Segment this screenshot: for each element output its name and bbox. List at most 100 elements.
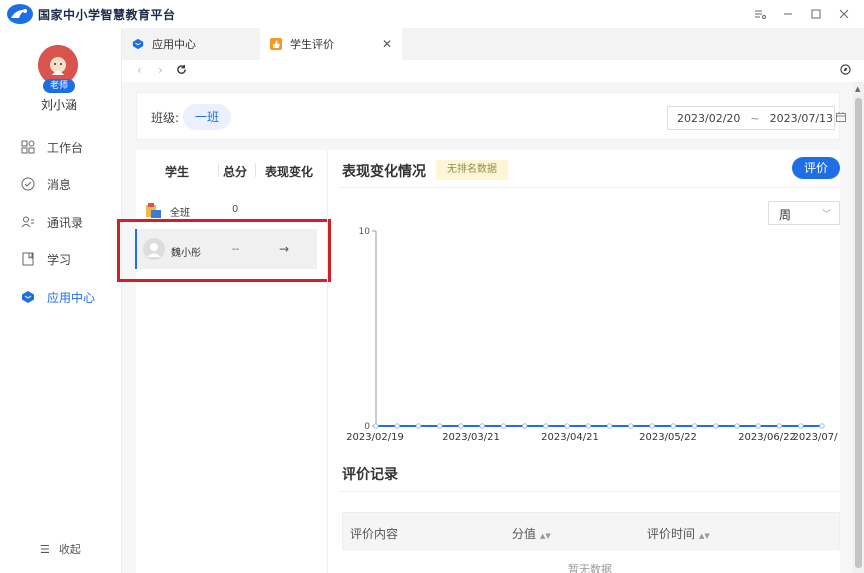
calendar-icon <box>836 111 847 125</box>
grid-icon <box>20 139 36 155</box>
back-icon[interactable]: ‹ <box>137 63 142 77</box>
section-divider <box>340 187 840 188</box>
x-tick-label: 2023/05/22 <box>639 432 697 443</box>
sidebar-item-label: 工作台 <box>47 140 84 155</box>
data-point <box>649 423 655 429</box>
x-tick-label: 2023/07/ <box>793 432 839 443</box>
tab-label: 应用中心 <box>152 38 196 51</box>
col-student[interactable]: 学生 <box>165 163 189 180</box>
data-point <box>691 423 698 429</box>
x-tick-label: 2023/04/21 <box>541 432 599 443</box>
data-point <box>713 423 719 429</box>
tab-app-center[interactable]: 应用中心 <box>122 28 260 60</box>
scrollbar-thumb[interactable] <box>855 98 862 568</box>
class-label: 班级: <box>151 111 180 125</box>
date-end: 2023/07/13 <box>769 111 834 125</box>
sort-icon[interactable]: ▲▼ <box>540 532 551 540</box>
sidebar-item-learning[interactable]: 学习 <box>20 249 71 269</box>
sidebar-item-messages[interactable]: 消息 <box>20 174 71 194</box>
header-divider <box>255 163 256 177</box>
col-total[interactable]: 总分 <box>223 163 247 180</box>
refresh-icon[interactable] <box>176 64 187 78</box>
data-point <box>394 423 400 429</box>
data-point <box>437 423 443 429</box>
sidebar-item-label: 消息 <box>47 177 72 192</box>
sidebar-item-label: 应用中心 <box>47 290 96 305</box>
data-point <box>670 423 677 429</box>
empty-text: 暂无数据 <box>568 563 612 573</box>
sidebar-item-app-center[interactable]: 应用中心 <box>20 287 95 307</box>
no-rank-tag: 无排名数据 <box>436 160 508 180</box>
performance-chart: 0 10 2023/02/19 2023/03/21 2023/04/21 2023/05… <box>346 227 839 443</box>
sidebar-item-label: 通讯录 <box>47 215 84 230</box>
records-title: 评价记录 <box>342 467 398 483</box>
data-point <box>479 423 485 429</box>
data-point <box>458 423 464 429</box>
col-content[interactable]: 评价内容 <box>350 525 398 542</box>
evaluate-button[interactable]: 评价 <box>792 157 840 179</box>
header-divider <box>218 163 219 177</box>
role-badge: 老师 <box>43 79 75 93</box>
section-divider <box>340 491 840 492</box>
compass-icon[interactable] <box>840 64 851 78</box>
class-chip[interactable]: 一班 <box>183 104 231 130</box>
forward-icon[interactable]: › <box>158 63 163 77</box>
sort-icon[interactable]: ▲▼ <box>699 532 710 540</box>
x-tick-label: 2023/06/22 <box>738 432 796 443</box>
data-point <box>543 423 549 429</box>
sidebar: 老师 刘小涵 工作台 消息 通讯录 学习 应用中心 ☰ 收起 <box>0 28 122 573</box>
data-point <box>564 423 570 429</box>
close-window-icon[interactable] <box>830 2 858 26</box>
y-tick-label: 10 <box>359 227 371 237</box>
app-title: 国家中小学智慧教育平台 <box>38 7 176 22</box>
chevron-down-icon: ﹀ <box>821 210 831 220</box>
thumbs-up-icon <box>270 38 282 50</box>
book-icon <box>20 251 36 267</box>
settings-menu-icon[interactable] <box>746 2 774 26</box>
y-tick-label: 0 <box>364 422 370 432</box>
sidebar-item-workbench[interactable]: 工作台 <box>20 137 83 157</box>
col-change[interactable]: 表现变化 <box>265 163 313 180</box>
contacts-icon <box>20 214 36 230</box>
data-point <box>606 423 613 429</box>
maximize-icon[interactable] <box>802 2 830 26</box>
data-point <box>415 423 422 429</box>
date-separator: ~ <box>750 111 760 125</box>
data-point <box>373 423 379 429</box>
filter-card: 班级: 一班 2023/02/20 ~ 2023/07/13 <box>136 92 847 140</box>
col-time-label: 评价时间 <box>647 527 696 541</box>
records-table-header: 评价内容 分值 ▲▼ 评价时间 ▲▼ <box>342 512 840 550</box>
tab-label: 学生评价 <box>290 38 334 51</box>
col-score[interactable]: 分值 ▲▼ <box>512 525 551 542</box>
sidebar-item-label: 学习 <box>47 252 72 267</box>
app-cube-icon <box>20 289 36 305</box>
data-point <box>585 423 592 429</box>
col-time[interactable]: 评价时间 ▲▼ <box>647 525 710 542</box>
x-tick-label: 2023/02/19 <box>346 432 404 443</box>
close-tab-icon[interactable]: ✕ <box>382 37 392 51</box>
panel-divider <box>327 150 328 573</box>
tab-student-evaluation[interactable]: 学生评价 ✕ <box>260 28 402 60</box>
col-score-label: 分值 <box>512 527 537 541</box>
collapse-label: 收起 <box>58 543 81 556</box>
minimize-icon[interactable] <box>774 2 802 26</box>
data-point <box>734 423 740 429</box>
platform-logo-icon <box>6 3 34 25</box>
title-bar: 国家中小学智慧教育平台 <box>0 0 864 28</box>
data-point <box>500 423 507 429</box>
data-point <box>798 423 804 429</box>
date-start: 2023/02/20 <box>677 111 741 125</box>
highlight-box <box>117 219 331 282</box>
student-score: 0 <box>232 204 239 215</box>
student-name: 全班 <box>170 208 190 219</box>
scroll-up-icon[interactable]: ▲ <box>855 85 860 93</box>
date-range-picker[interactable]: 2023/02/20 ~ 2023/07/13 <box>667 106 847 130</box>
user-name: 刘小涵 <box>40 98 77 112</box>
sidebar-item-contacts[interactable]: 通讯录 <box>20 212 83 232</box>
data-point <box>776 423 783 429</box>
period-value: 周 <box>779 208 792 222</box>
x-tick-label: 2023/03/21 <box>442 432 500 443</box>
tab-bar: 应用中心 学生评价 ✕ <box>122 28 864 60</box>
collapse-button[interactable]: ☰ 收起 <box>40 541 81 557</box>
performance-title: 表现变化情况 <box>342 164 426 180</box>
